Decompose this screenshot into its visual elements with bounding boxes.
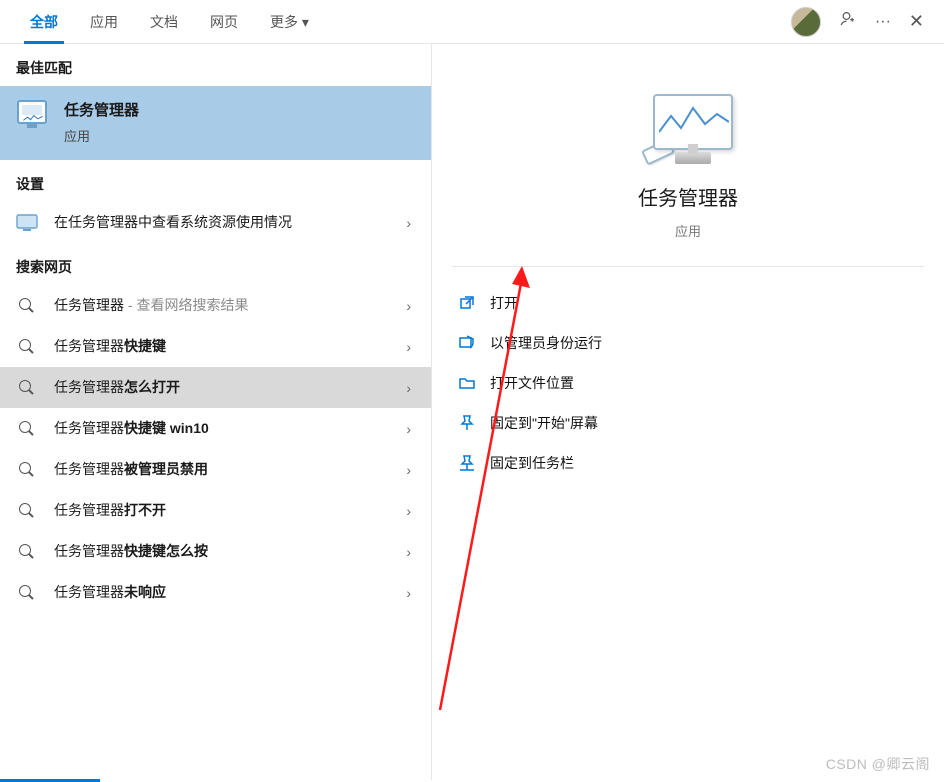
chevron-right-icon: › <box>406 339 417 355</box>
web-search-header: 搜索网页 <box>0 243 431 285</box>
settings-header: 设置 <box>0 160 431 202</box>
action-label: 打开 <box>490 293 518 313</box>
action-label: 固定到任务栏 <box>490 453 574 473</box>
web-result-label: 任务管理器快捷键 win10 <box>54 418 392 439</box>
more-options-icon[interactable]: ··· <box>875 13 891 31</box>
web-result-label: 任务管理器未响应 <box>54 582 392 603</box>
chevron-right-icon: › <box>406 544 417 560</box>
monitor-icon <box>14 214 40 232</box>
best-match-title: 任务管理器 <box>64 100 417 123</box>
action-label: 以管理员身份运行 <box>490 333 602 353</box>
pin-taskbar-icon <box>458 455 476 471</box>
close-icon[interactable]: ✕ <box>909 11 924 32</box>
chevron-right-icon: › <box>406 421 417 437</box>
watermark: CSDN @卿云阁 <box>826 754 930 774</box>
search-icon <box>14 544 40 560</box>
web-result-label: 任务管理器怎么打开 <box>54 377 392 398</box>
action-label: 固定到"开始"屏幕 <box>490 413 598 433</box>
chevron-right-icon: › <box>406 380 417 396</box>
search-icon <box>14 503 40 519</box>
chevron-right-icon: › <box>406 215 417 231</box>
chevron-right-icon: › <box>406 585 417 601</box>
results-column: 最佳匹配 任务管理器 应用 设置 在任务管理器中查看系统资源使用情况 › <box>0 44 432 780</box>
action-pin-taskbar[interactable]: 固定到任务栏 <box>452 443 924 483</box>
tab-web[interactable]: 网页 <box>194 0 254 44</box>
web-result-label: 任务管理器 - 查看网络搜索结果 <box>54 295 392 316</box>
web-result-label: 任务管理器快捷键怎么按 <box>54 541 392 562</box>
web-result-item[interactable]: 任务管理器 - 查看网络搜索结果 › <box>0 285 431 326</box>
pin-start-icon <box>458 415 476 431</box>
best-match-header: 最佳匹配 <box>0 44 431 86</box>
best-match-subtitle: 应用 <box>64 127 417 147</box>
web-result-label: 任务管理器被管理员禁用 <box>54 459 392 480</box>
action-pin-start[interactable]: 固定到"开始"屏幕 <box>452 403 924 443</box>
detail-title: 任务管理器 <box>452 182 924 211</box>
tab-all[interactable]: 全部 <box>14 0 74 44</box>
web-result-label: 任务管理器快捷键 <box>54 336 392 357</box>
action-label: 打开文件位置 <box>490 373 574 393</box>
search-icon <box>14 339 40 355</box>
settings-item[interactable]: 在任务管理器中查看系统资源使用情况 › <box>0 202 431 243</box>
task-manager-icon <box>14 100 50 130</box>
action-admin[interactable]: 以管理员身份运行 <box>452 323 924 363</box>
search-icon <box>14 380 40 396</box>
web-result-item[interactable]: 任务管理器打不开 › <box>0 490 431 531</box>
action-open[interactable]: 打开 <box>452 283 924 323</box>
web-result-label: 任务管理器打不开 <box>54 500 392 521</box>
web-result-item[interactable]: 任务管理器未响应 › <box>0 572 431 613</box>
best-match-item[interactable]: 任务管理器 应用 <box>0 86 431 160</box>
search-icon <box>14 298 40 314</box>
web-result-item[interactable]: 任务管理器快捷键 › <box>0 326 431 367</box>
web-result-item[interactable]: 任务管理器快捷键怎么按 › <box>0 531 431 572</box>
app-hero-icon <box>643 94 733 164</box>
divider <box>452 266 924 267</box>
chevron-right-icon: › <box>406 462 417 478</box>
settings-item-label: 在任务管理器中查看系统资源使用情况 <box>54 212 392 233</box>
detail-subtitle: 应用 <box>452 221 924 240</box>
tab-docs[interactable]: 文档 <box>134 0 194 44</box>
feedback-icon[interactable] <box>839 10 857 33</box>
chevron-right-icon: › <box>406 503 417 519</box>
chevron-right-icon: › <box>406 298 417 314</box>
web-result-item[interactable]: 任务管理器怎么打开 › <box>0 367 431 408</box>
admin-icon <box>458 335 476 351</box>
avatar[interactable] <box>791 7 821 37</box>
open-icon <box>458 295 476 311</box>
folder-icon <box>458 375 476 391</box>
detail-pane: 任务管理器 应用 打开以管理员身份运行打开文件位置固定到"开始"屏幕固定到任务栏 <box>432 44 944 780</box>
tab-apps[interactable]: 应用 <box>74 0 134 44</box>
web-result-item[interactable]: 任务管理器被管理员禁用 › <box>0 449 431 490</box>
search-icon <box>14 462 40 478</box>
action-folder[interactable]: 打开文件位置 <box>452 363 924 403</box>
search-tabs: 全部 应用 文档 网页 更多 ▾ ··· ✕ <box>0 0 944 44</box>
search-icon <box>14 585 40 601</box>
web-result-item[interactable]: 任务管理器快捷键 win10 › <box>0 408 431 449</box>
search-icon <box>14 421 40 437</box>
tab-more[interactable]: 更多 ▾ <box>254 0 325 44</box>
